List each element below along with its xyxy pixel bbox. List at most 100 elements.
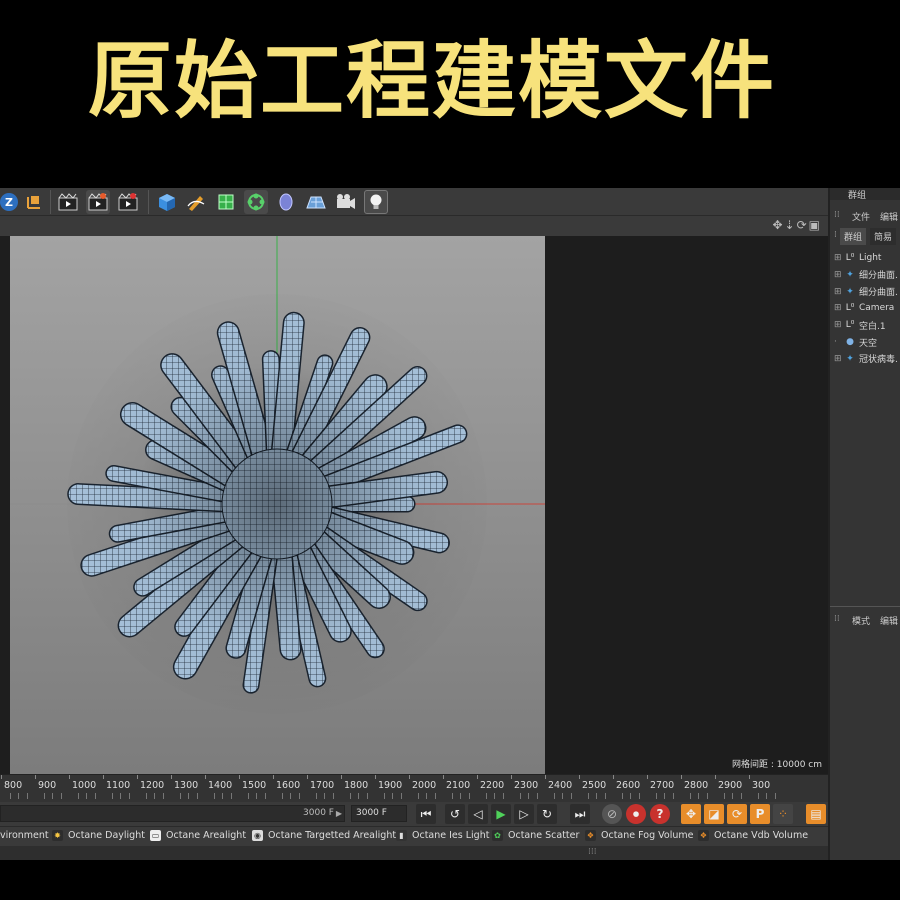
octane-scatter-item[interactable]: ✿ Octane Scatter <box>492 830 579 841</box>
timeline-minor-tick <box>485 793 487 799</box>
octane-fog-volume-icon: ❖ <box>585 830 596 841</box>
cloner-icon[interactable] <box>244 190 268 214</box>
timeline-minor-tick <box>213 793 215 799</box>
render-region[interactable] <box>10 236 545 774</box>
timeline-minor-tick <box>553 793 555 799</box>
tab-groups[interactable]: 群组 <box>840 228 867 245</box>
viewport-navigation-icons[interactable]: ✥⇣⟳▣ <box>772 218 822 232</box>
keyframe-grid-icon[interactable]: ⁘ <box>773 804 793 824</box>
environment-tag-item[interactable]: vironment <box>0 830 49 841</box>
play-button[interactable]: ▶ <box>491 804 511 824</box>
z-axis-lock-icon[interactable]: Z <box>0 193 18 211</box>
octane-arealight-icon: ▭ <box>150 830 161 841</box>
timeline-tick-label: 1100 <box>106 780 131 791</box>
timeline-minor-tick <box>298 793 300 799</box>
render-picture-viewer-icon[interactable] <box>86 190 110 214</box>
timeline-minor-tick <box>281 793 283 799</box>
previous-key-button[interactable]: ↺ <box>445 804 465 824</box>
tab-mode[interactable]: 模式 <box>852 614 870 627</box>
go-to-start-button[interactable]: ⏮ <box>416 804 436 824</box>
render-view-icon[interactable] <box>56 190 80 214</box>
keyframe-position-icon[interactable]: ✥ <box>681 804 701 824</box>
timeline-tick-label: 2600 <box>616 780 641 791</box>
camera-icon[interactable] <box>334 190 358 214</box>
subdivision-icon: ✦ <box>846 269 854 280</box>
timeline-minor-tick <box>383 793 385 799</box>
object-list-item[interactable]: ⊞ ✦ 细分曲面. <box>834 284 898 300</box>
timeline-tick-label: 300 <box>752 780 771 791</box>
pen-spline-icon[interactable] <box>184 190 208 214</box>
cube-primitive-icon[interactable] <box>155 190 179 214</box>
timeline-tick-mark <box>477 775 478 779</box>
timeline-minor-tick <box>468 793 470 799</box>
octane-vdb-volume-icon: ❖ <box>698 830 709 841</box>
autokey-button[interactable]: ? <box>650 804 670 824</box>
tab-simple[interactable]: 简易 <box>870 228 897 245</box>
subdivision-surface-icon[interactable] <box>214 190 238 214</box>
expand-toggle-icon[interactable]: ⊞ <box>834 354 844 364</box>
light-bulb-icon[interactable] <box>364 190 388 214</box>
octane-vdb-volume-item[interactable]: ❖ Octane Vdb Volume <box>698 830 808 841</box>
expand-toggle-icon[interactable]: ⊞ <box>834 303 844 313</box>
timeline-tick-label: 1900 <box>378 780 403 791</box>
expand-toggle-icon[interactable]: ⊞ <box>834 287 844 297</box>
timeline-tick-label: 2900 <box>718 780 743 791</box>
object-name: 冠状病毒. <box>859 355 898 366</box>
octane-ies-light-label: Octane Ies Light <box>412 830 490 841</box>
timeline-minor-tick <box>494 793 495 799</box>
next-key-button[interactable]: ↻ <box>537 804 557 824</box>
timeline-tick-label: 2100 <box>446 780 471 791</box>
record-disabled-icon[interactable]: ⊘ <box>602 804 622 824</box>
menu-edit[interactable]: 编辑 <box>880 210 898 223</box>
expand-toggle-icon[interactable]: ⊞ <box>834 320 844 330</box>
timeline-tick-label: 1800 <box>344 780 369 791</box>
timeline-minor-tick <box>230 793 232 799</box>
octane-targetted-arealight-label: Octane Targetted Arealight <box>268 830 397 841</box>
coordinate-system-icon[interactable] <box>22 190 46 214</box>
perspective-viewport[interactable]: 网格间距 : 10000 cm <box>0 236 828 774</box>
timeline-tick-label: 2700 <box>650 780 675 791</box>
panel-top-tab[interactable]: 群组 <box>830 188 900 201</box>
timeline-ruler[interactable]: 800 900 1000 1100 1200 1300 1400 1500 1600 1700 18… <box>0 774 828 802</box>
object-list-item[interactable]: ⊞ L⁰ Light <box>834 250 881 266</box>
timeline-tick-mark <box>307 775 308 779</box>
tab-attr-edit[interactable]: 编辑 <box>880 614 898 627</box>
render-settings-icon[interactable] <box>116 190 140 214</box>
timeline-minor-tick <box>366 793 368 799</box>
frame-range-slider[interactable]: 3000 F ▶ <box>0 805 345 822</box>
octane-targetted-arealight-item[interactable]: ◉ Octane Targetted Arealight <box>252 830 396 841</box>
expand-toggle-icon[interactable]: ⊞ <box>834 270 844 280</box>
record-keys-button[interactable]: ⏺ <box>626 804 646 824</box>
octane-scatter-label: Octane Scatter <box>508 830 580 841</box>
octane-daylight-item[interactable]: ✸ Octane Daylight <box>52 830 145 841</box>
octane-fog-volume-item[interactable]: ❖ Octane Fog Volume <box>585 830 693 841</box>
menu-file[interactable]: 文件 <box>852 210 870 223</box>
timeline-window-icon[interactable]: ▤ <box>806 804 826 824</box>
keyframe-scale-icon[interactable]: ◪ <box>704 804 724 824</box>
deformer-icon[interactable] <box>274 190 298 214</box>
timeline-tick-mark <box>511 775 512 779</box>
object-list-item[interactable]: ⊞ ✦ 冠状病毒. <box>834 351 898 367</box>
previous-frame-button[interactable]: ◁ <box>468 804 488 824</box>
octane-arealight-item[interactable]: ▭ Octane Arealight <box>150 830 246 841</box>
object-list-item[interactable]: ⊞ ✦ 细分曲面. <box>834 267 898 283</box>
timeline-tick-label: 800 <box>4 780 23 791</box>
keyframe-parameter-icon[interactable]: P <box>750 804 770 824</box>
expand-toggle-icon[interactable]: ⊞ <box>834 253 844 263</box>
attribute-manager-tabs: ⁞⁞ 模式 编辑 <box>834 614 899 627</box>
null-object-icon: L⁰ <box>845 320 855 331</box>
timeline-minor-tick <box>570 793 572 799</box>
timeline-minor-tick <box>638 793 640 799</box>
coronavirus-mesh-model[interactable] <box>10 236 545 774</box>
go-to-end-button[interactable]: ⏭ <box>570 804 590 824</box>
expand-toggle-icon[interactable]: · <box>834 337 844 347</box>
object-list-item[interactable]: · ● 天空 <box>834 334 877 350</box>
octane-ies-light-item[interactable]: ▮ Octane Ies Light <box>396 830 489 841</box>
end-frame-field[interactable]: 3000 F <box>351 805 407 822</box>
object-list-item[interactable]: ⊞ L⁰ Camera <box>834 300 894 316</box>
floor-icon[interactable] <box>304 190 328 214</box>
next-frame-button[interactable]: ▷ <box>514 804 534 824</box>
object-list-item[interactable]: ⊞ L⁰ 空白.1 <box>834 317 886 333</box>
timeline-minor-tick <box>26 793 28 799</box>
keyframe-rotation-icon[interactable]: ⟳ <box>727 804 747 824</box>
